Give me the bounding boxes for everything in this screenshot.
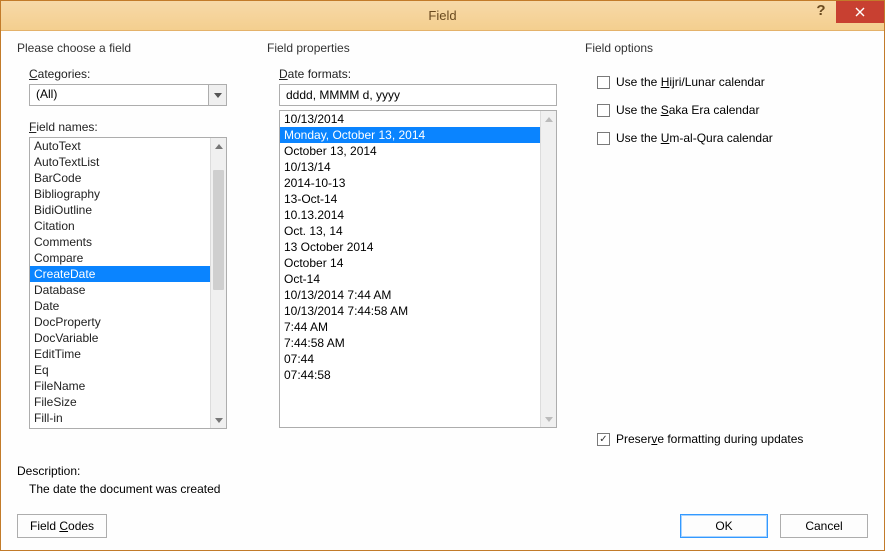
list-item[interactable]: Oct. 13, 14 <box>280 223 540 239</box>
window-controls: ? <box>806 1 884 23</box>
option-checkbox-row[interactable]: Use the Saka Era calendar <box>597 103 868 117</box>
field-codes-button[interactable]: Field Codes <box>17 514 107 538</box>
close-icon <box>855 7 865 17</box>
field-names-list[interactable]: AutoTextAutoTextListBarCodeBibliographyB… <box>29 137 227 429</box>
list-item[interactable]: Monday, October 13, 2014 <box>280 127 540 143</box>
list-item[interactable]: Comments <box>30 234 210 250</box>
option-checkbox-row[interactable]: Use the Hijri/Lunar calendar <box>597 75 868 89</box>
list-item[interactable]: Eq <box>30 362 210 378</box>
ok-button[interactable]: OK <box>680 514 768 538</box>
list-item[interactable]: BidiOutline <box>30 202 210 218</box>
list-item[interactable]: 07:44 <box>280 351 540 367</box>
list-item[interactable]: FileSize <box>30 394 210 410</box>
list-item[interactable]: 10/13/14 <box>280 159 540 175</box>
help-button[interactable]: ? <box>806 1 836 23</box>
list-item[interactable]: Oct-14 <box>280 271 540 287</box>
checkbox[interactable] <box>597 104 610 117</box>
categories-label: Categories: <box>29 67 249 81</box>
columns: Please choose a field Categories: (All) … <box>17 41 868 446</box>
field-dialog: Field ? Please choose a field Categories… <box>0 0 885 551</box>
list-item[interactable]: Fill-in <box>30 410 210 426</box>
cancel-button[interactable]: Cancel <box>780 514 868 538</box>
choose-field-panel: Please choose a field Categories: (All) … <box>17 41 249 446</box>
list-item[interactable]: October 14 <box>280 255 540 271</box>
date-formats-label: Date formats: <box>279 67 567 81</box>
list-item[interactable]: 10/13/2014 7:44:58 AM <box>280 303 540 319</box>
option-checkbox-row[interactable]: Use the Um-al-Qura calendar <box>597 131 868 145</box>
list-item[interactable]: DocVariable <box>30 330 210 346</box>
list-item[interactable]: 13 October 2014 <box>280 239 540 255</box>
list-item[interactable]: AutoTextList <box>30 154 210 170</box>
categories-combo[interactable]: (All) <box>29 84 227 106</box>
list-item[interactable]: DocProperty <box>30 314 210 330</box>
list-item[interactable]: 7:44:58 AM <box>280 335 540 351</box>
date-format-input[interactable] <box>279 84 557 106</box>
choose-field-label: Please choose a field <box>17 41 249 55</box>
chevron-down-icon <box>208 85 226 105</box>
close-button[interactable] <box>836 1 884 23</box>
list-item[interactable]: AutoText <box>30 138 210 154</box>
checkbox[interactable] <box>597 132 610 145</box>
list-item[interactable]: 10/13/2014 <box>280 111 540 127</box>
titlebar: Field ? <box>1 1 884 31</box>
list-item[interactable]: Citation <box>30 218 210 234</box>
field-options-panel: Field options Use the Hijri/Lunar calend… <box>585 41 868 446</box>
list-item[interactable]: EditTime <box>30 346 210 362</box>
scroll-down-icon[interactable] <box>541 411 556 427</box>
description-text: The date the document was created <box>29 482 868 496</box>
checkbox[interactable] <box>597 76 610 89</box>
preserve-formatting-checkbox[interactable] <box>597 433 610 446</box>
description-section: Description: The date the document was c… <box>17 464 868 496</box>
description-label: Description: <box>17 464 868 478</box>
preserve-formatting-label: Preserve formatting during updates <box>616 432 803 446</box>
field-properties-label: Field properties <box>267 41 567 55</box>
list-item[interactable]: Bibliography <box>30 186 210 202</box>
list-item[interactable]: BarCode <box>30 170 210 186</box>
field-options-label: Field options <box>585 41 868 55</box>
scroll-up-icon[interactable] <box>541 111 556 127</box>
categories-value: (All) <box>30 85 208 105</box>
scroll-up-icon[interactable] <box>211 138 226 154</box>
list-item[interactable]: CreateDate <box>30 266 210 282</box>
list-item[interactable]: 2014-10-13 <box>280 175 540 191</box>
list-item[interactable]: 10.13.2014 <box>280 207 540 223</box>
list-item[interactable]: 10/13/2014 7:44 AM <box>280 287 540 303</box>
list-item[interactable]: FileName <box>30 378 210 394</box>
scroll-thumb[interactable] <box>213 170 224 290</box>
scroll-track[interactable] <box>211 154 226 412</box>
scroll-down-icon[interactable] <box>211 412 226 428</box>
footer: Field Codes OK Cancel <box>17 514 868 538</box>
window-title: Field <box>1 8 884 23</box>
list-item[interactable]: Compare <box>30 250 210 266</box>
date-formats-list[interactable]: 10/13/2014Monday, October 13, 2014Octobe… <box>279 110 557 428</box>
list-item[interactable]: Database <box>30 282 210 298</box>
scroll-track[interactable] <box>541 127 556 411</box>
field-properties-panel: Field properties Date formats: 10/13/201… <box>267 41 567 446</box>
field-names-label: Field names: <box>29 120 249 134</box>
option-label: Use the Saka Era calendar <box>616 103 759 117</box>
option-label: Use the Hijri/Lunar calendar <box>616 75 765 89</box>
list-item[interactable]: 07:44:58 <box>280 367 540 383</box>
scrollbar[interactable] <box>210 138 226 428</box>
preserve-formatting-checkbox-row[interactable]: Preserve formatting during updates <box>597 432 868 446</box>
option-label: Use the Um-al-Qura calendar <box>616 131 773 145</box>
list-item[interactable]: 7:44 AM <box>280 319 540 335</box>
list-item[interactable]: October 13, 2014 <box>280 143 540 159</box>
list-item[interactable]: Date <box>30 298 210 314</box>
dialog-body: Please choose a field Categories: (All) … <box>1 31 884 550</box>
scrollbar[interactable] <box>540 111 556 427</box>
list-item[interactable]: 13-Oct-14 <box>280 191 540 207</box>
